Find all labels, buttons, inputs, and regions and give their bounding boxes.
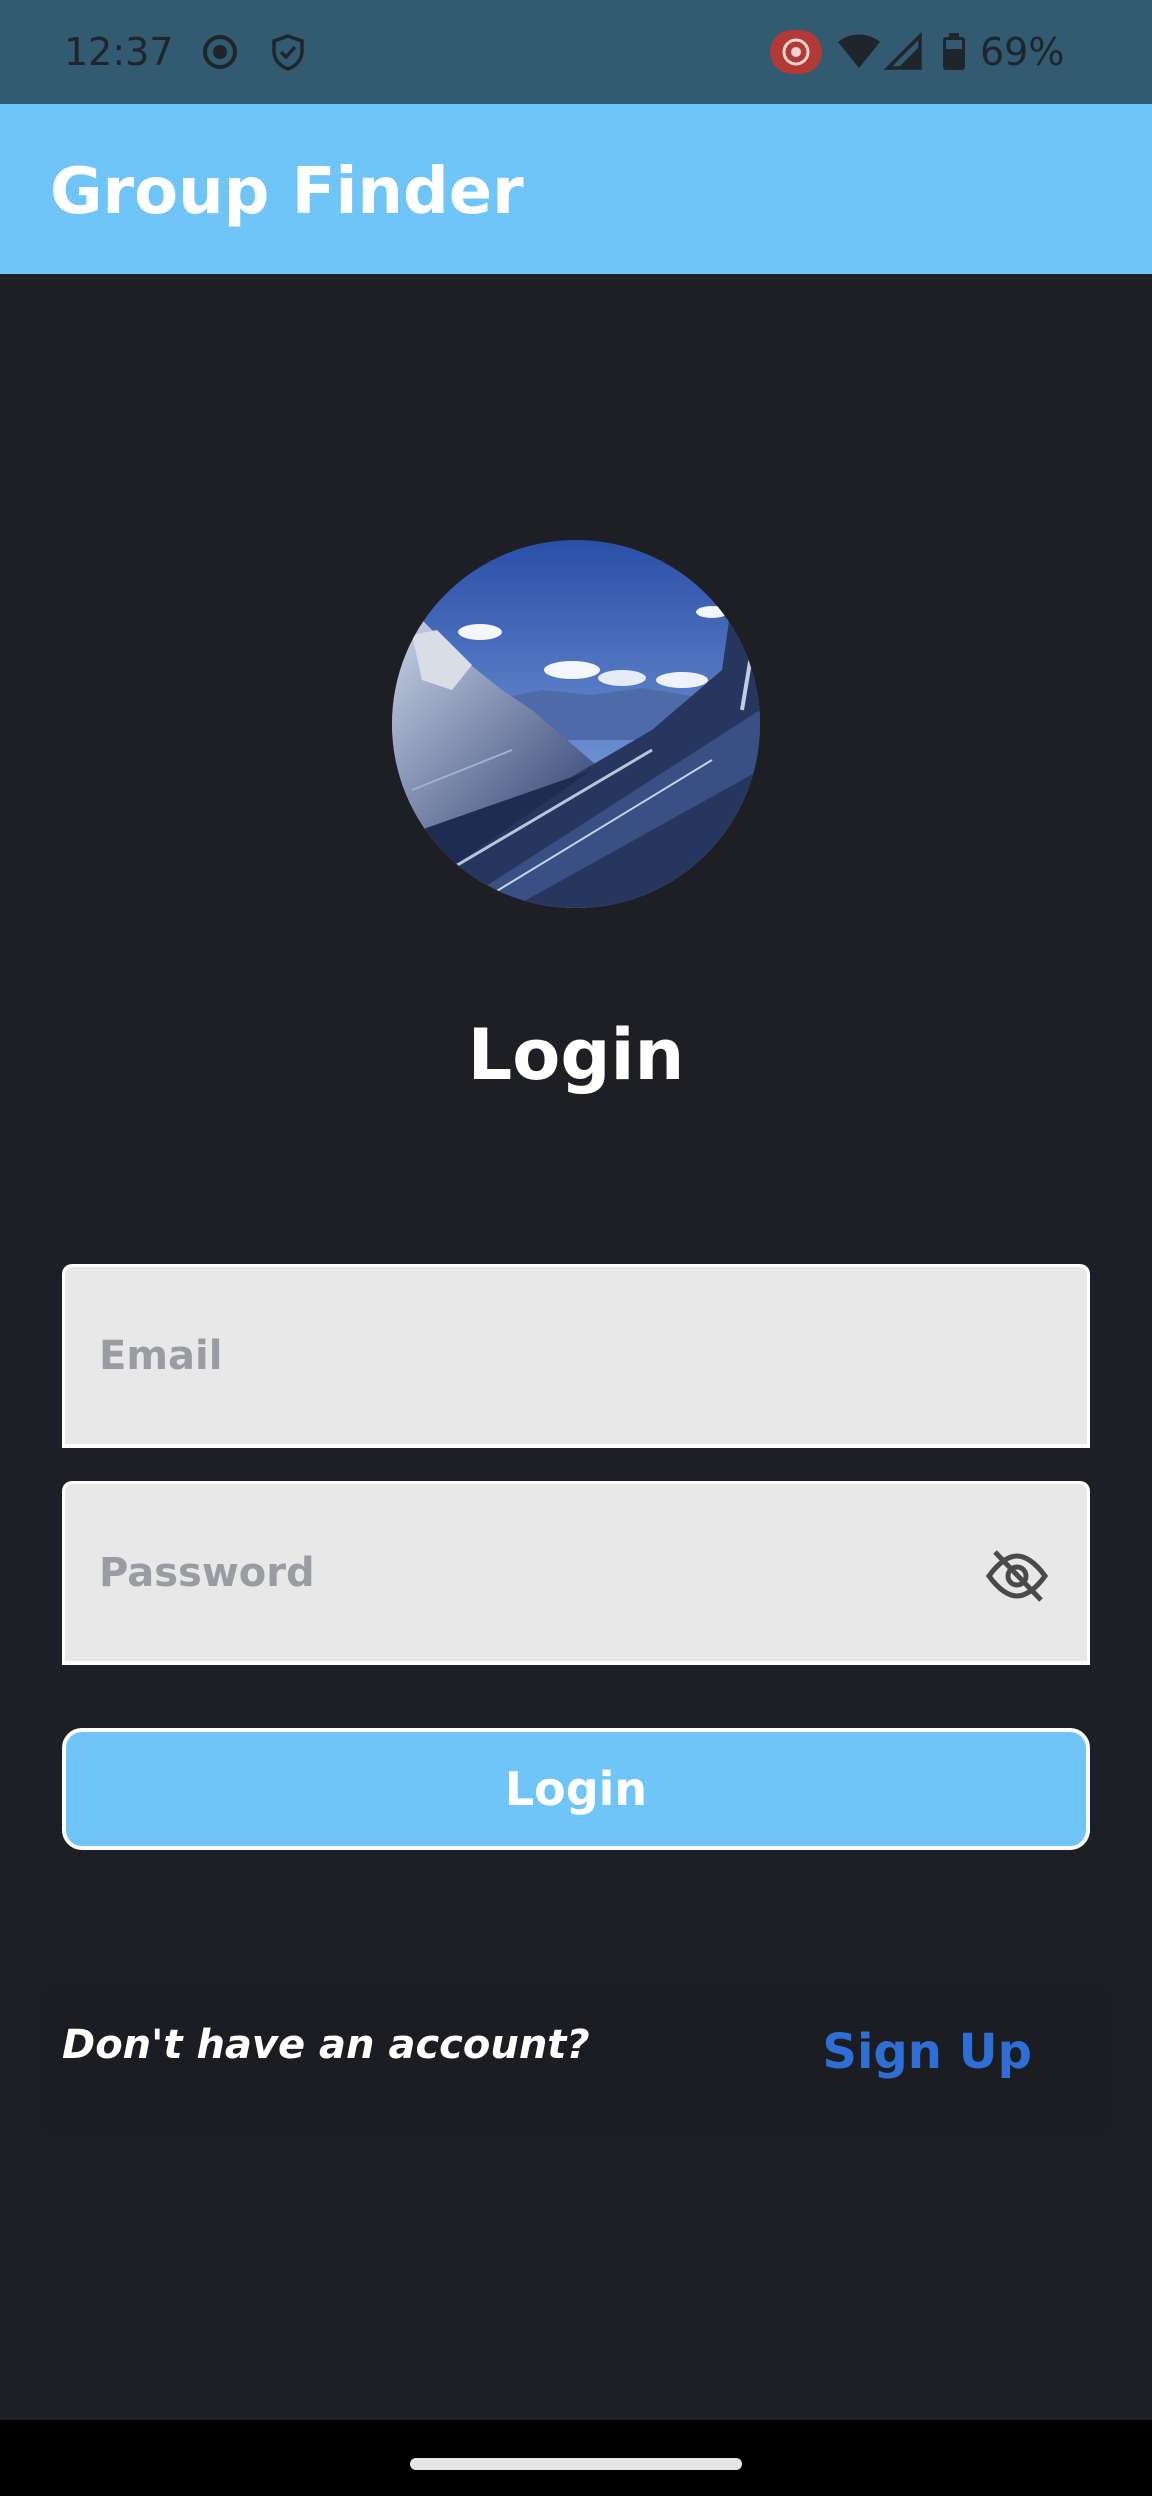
sign-up-link[interactable]: Sign Up	[822, 2022, 1032, 2082]
email-field[interactable]: Email	[62, 1264, 1090, 1448]
mountain-landscape-image	[392, 540, 760, 908]
app-title: Group Finder	[50, 155, 524, 229]
status-bar: 12:37 69%	[0, 0, 1152, 104]
signal-icon	[884, 32, 922, 70]
screen-record-icon	[203, 35, 237, 69]
shield-icon	[272, 34, 304, 71]
wifi-icon	[838, 34, 880, 68]
email-underline	[62, 1444, 1090, 1448]
signup-row: Don't have an account? Sign Up	[40, 1980, 1112, 2140]
visibility-off-icon[interactable]	[985, 1544, 1049, 1608]
home-indicator[interactable]	[410, 2458, 742, 2470]
app-bar: Group Finder	[0, 104, 1152, 274]
password-underline	[62, 1661, 1090, 1665]
battery-icon	[943, 33, 965, 70]
login-heading: Login	[467, 1014, 685, 1096]
cast-record-icon	[770, 30, 822, 74]
login-button[interactable]: Login	[62, 1728, 1090, 1850]
battery-percent: 69%	[980, 30, 1065, 74]
password-field[interactable]: Password	[62, 1481, 1090, 1665]
password-placeholder: Password	[99, 1550, 315, 1596]
status-time: 12:37	[64, 30, 174, 74]
email-placeholder: Email	[99, 1333, 223, 1379]
signup-prompt: Don't have an account?	[62, 2022, 590, 2068]
avatar	[392, 540, 760, 908]
navigation-bar	[0, 2420, 1152, 2496]
